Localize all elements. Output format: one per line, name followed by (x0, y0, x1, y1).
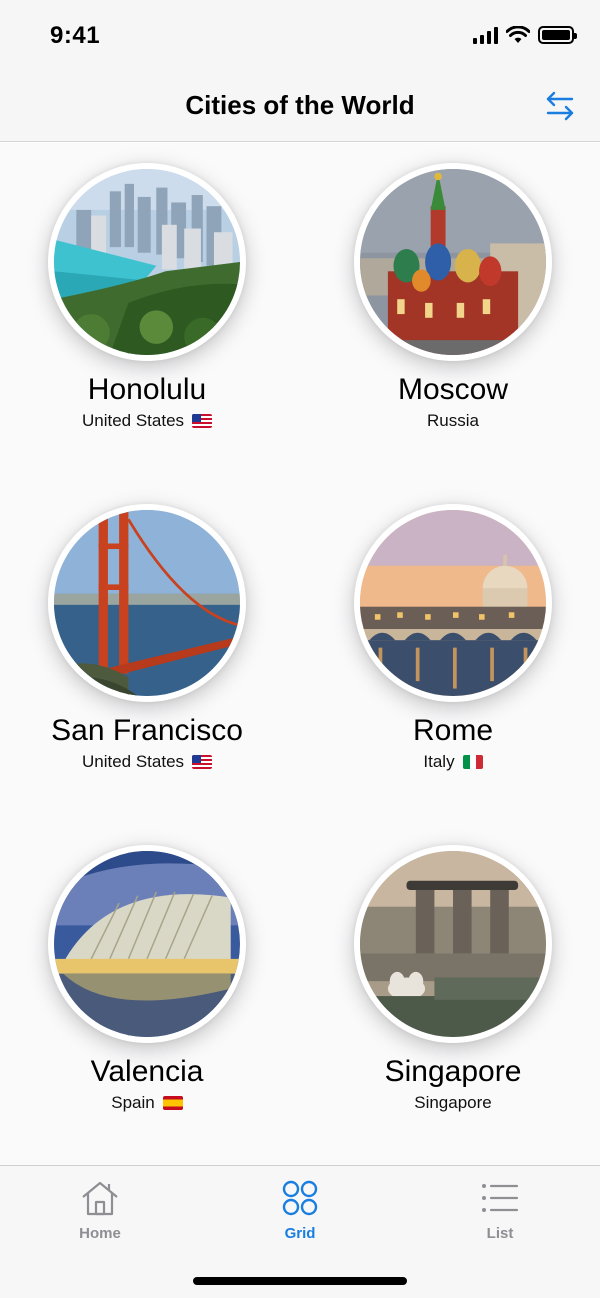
city-card-san-francisco[interactable]: San Francisco United States (0, 484, 300, 824)
country-name: United States (81, 411, 185, 430)
wifi-icon (506, 26, 530, 43)
tab-label: Home (79, 1225, 121, 1242)
city-country: Italy (306, 752, 600, 772)
city-name: San Francisco (51, 714, 243, 747)
city-country: Spain (0, 1093, 294, 1113)
city-photo-frame (354, 504, 552, 702)
country-name: Italy (423, 752, 455, 771)
city-country: United States (0, 752, 294, 772)
city-photo-frame (354, 845, 552, 1043)
country-name: Spain (111, 1093, 155, 1112)
tab-label: List (486, 1225, 514, 1242)
cellular-signal-icon (473, 26, 498, 44)
city-name: Singapore (384, 1055, 522, 1088)
home-icon (82, 1181, 118, 1216)
tab-list[interactable]: List (440, 1180, 560, 1242)
home-indicator (193, 1277, 407, 1285)
country-name: Singapore (414, 1093, 492, 1112)
city-country: Russia (306, 411, 600, 431)
city-country: Singapore (306, 1093, 600, 1113)
tab-home[interactable]: Home (40, 1180, 160, 1242)
page-title: Cities of the World (185, 90, 415, 120)
grid-icon (282, 1180, 318, 1216)
city-card-honolulu[interactable]: Honolulu United States (0, 143, 300, 483)
us-flag-icon (192, 414, 213, 428)
tab-label: Grid (284, 1225, 316, 1242)
status-time: 9:41 (50, 22, 101, 49)
city-card-valencia[interactable]: Valencia Spain (0, 825, 300, 1165)
swap-layout-button[interactable] (544, 88, 576, 124)
navigation-bar: Cities of the World (0, 70, 600, 142)
city-photo-san-francisco (54, 510, 240, 696)
list-icon (482, 1184, 519, 1212)
swap-arrows-icon (546, 91, 574, 121)
city-name: Moscow (397, 373, 509, 406)
city-photo-singapore (360, 851, 546, 1037)
city-card-moscow[interactable]: Moscow Russia (306, 143, 600, 483)
city-card-rome[interactable]: Rome Italy (306, 484, 600, 824)
city-card-singapore[interactable]: Singapore Singapore (306, 825, 600, 1165)
country-name: Russia (427, 411, 479, 430)
city-photo-frame (48, 163, 246, 361)
tab-grid[interactable]: Grid (240, 1180, 360, 1242)
city-photo-frame (48, 845, 246, 1043)
status-icons (473, 26, 577, 44)
status-bar: 9:41 (0, 0, 600, 70)
city-photo-rome (360, 510, 546, 696)
city-photo-honolulu (54, 169, 240, 355)
battery-icon (538, 26, 577, 44)
city-photo-valencia (54, 851, 240, 1037)
city-country: United States (0, 411, 294, 431)
city-name: Valencia (90, 1055, 204, 1088)
italy-flag-icon (462, 755, 483, 769)
city-grid: Honolulu United States Moscow Russia San… (0, 143, 600, 1165)
city-name: Rome (412, 714, 494, 747)
city-photo-moscow (360, 169, 546, 355)
city-photo-frame (354, 163, 552, 361)
country-name: United States (81, 752, 185, 771)
us-flag-icon (192, 755, 213, 769)
city-photo-frame (48, 504, 246, 702)
city-name: Honolulu (87, 373, 207, 406)
spain-flag-icon (162, 1096, 183, 1110)
